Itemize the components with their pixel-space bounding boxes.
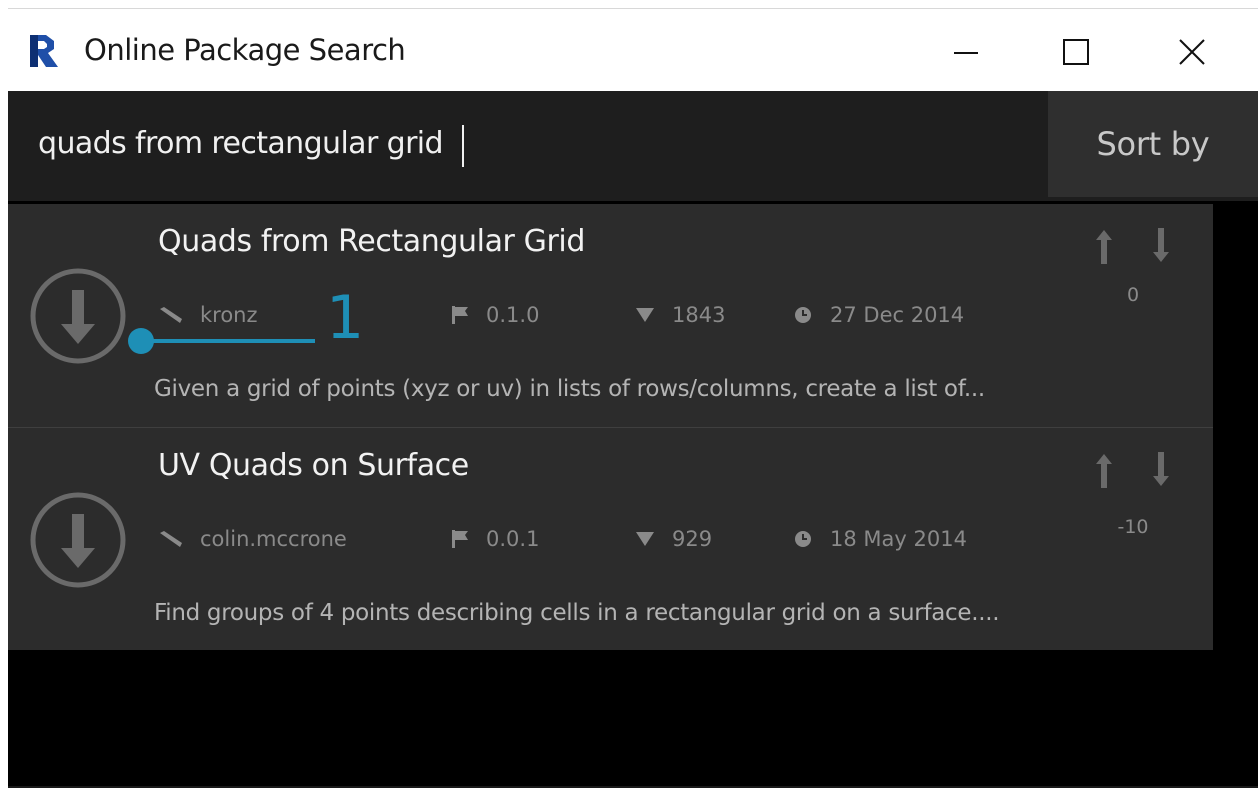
text-caret [462, 125, 464, 167]
clock-icon [795, 531, 811, 547]
downvote-arrow-icon[interactable] [1150, 228, 1172, 264]
author-name: colin.mccrone [200, 527, 347, 551]
search-input[interactable] [38, 115, 1028, 171]
triangle-down-icon [636, 532, 654, 546]
sort-by-button[interactable]: Sort by [1048, 91, 1258, 197]
minimize-icon [954, 52, 978, 54]
version-meta: 0.1.0 [452, 300, 539, 330]
close-button[interactable] [1160, 27, 1224, 77]
upvote-arrow-icon[interactable] [1093, 452, 1115, 488]
list-item[interactable]: UV Quads on Surface colin.mccrone 0.0.1 … [8, 428, 1213, 650]
publish-date: 18 May 2014 [830, 527, 967, 551]
version-meta: 0.0.1 [452, 524, 539, 554]
date-meta: 27 Dec 2014 [794, 300, 964, 330]
version-number: 0.0.1 [486, 527, 540, 551]
download-count: 1843 [672, 303, 726, 327]
version-number: 0.1.0 [486, 303, 540, 327]
clock-icon [795, 307, 811, 323]
pencil-icon [160, 307, 182, 323]
vote-count: 0 [1126, 284, 1140, 306]
title-bar: Online Package Search [8, 8, 1258, 92]
package-search-window: Online Package Search Sort by Quads from… [8, 8, 1258, 788]
package-title[interactable]: Quads from Rectangular Grid [158, 224, 585, 259]
package-description: Find groups of 4 points describing cells… [154, 600, 1000, 626]
close-icon [1179, 39, 1205, 65]
downvote-arrow-icon[interactable] [1150, 452, 1172, 488]
revit-r-icon [26, 33, 62, 69]
download-icon[interactable] [28, 266, 128, 366]
triangle-down-icon [636, 308, 654, 322]
author-name: kronz [200, 303, 258, 327]
author-meta: colin.mccrone [160, 524, 347, 554]
upvote-arrow-icon[interactable] [1093, 228, 1115, 264]
downloads-meta: 929 [636, 524, 712, 554]
window-title: Online Package Search [84, 33, 406, 67]
callout-dot [128, 328, 154, 354]
download-icon[interactable] [28, 490, 128, 590]
download-count: 929 [672, 527, 713, 551]
minimize-button[interactable] [934, 27, 998, 77]
author-meta: kronz [160, 300, 258, 330]
callout-line [140, 339, 315, 343]
bottom-divider [8, 786, 1258, 788]
search-bar: Sort by [8, 91, 1258, 201]
flag-icon [452, 306, 468, 324]
pencil-icon [160, 531, 182, 547]
date-meta: 18 May 2014 [794, 524, 967, 554]
list-item[interactable]: Quads from Rectangular Grid kronz 0.1.0 … [8, 204, 1213, 428]
callout-number: 1 [326, 283, 365, 353]
package-description: Given a grid of points (xyz or uv) in li… [154, 376, 985, 402]
package-title[interactable]: UV Quads on Surface [158, 448, 469, 483]
maximize-icon [1063, 39, 1089, 65]
maximize-button[interactable] [1044, 27, 1108, 77]
publish-date: 27 Dec 2014 [830, 303, 965, 327]
vote-count: -10 [1117, 516, 1149, 538]
downloads-meta: 1843 [636, 300, 725, 330]
flag-icon [452, 530, 468, 548]
